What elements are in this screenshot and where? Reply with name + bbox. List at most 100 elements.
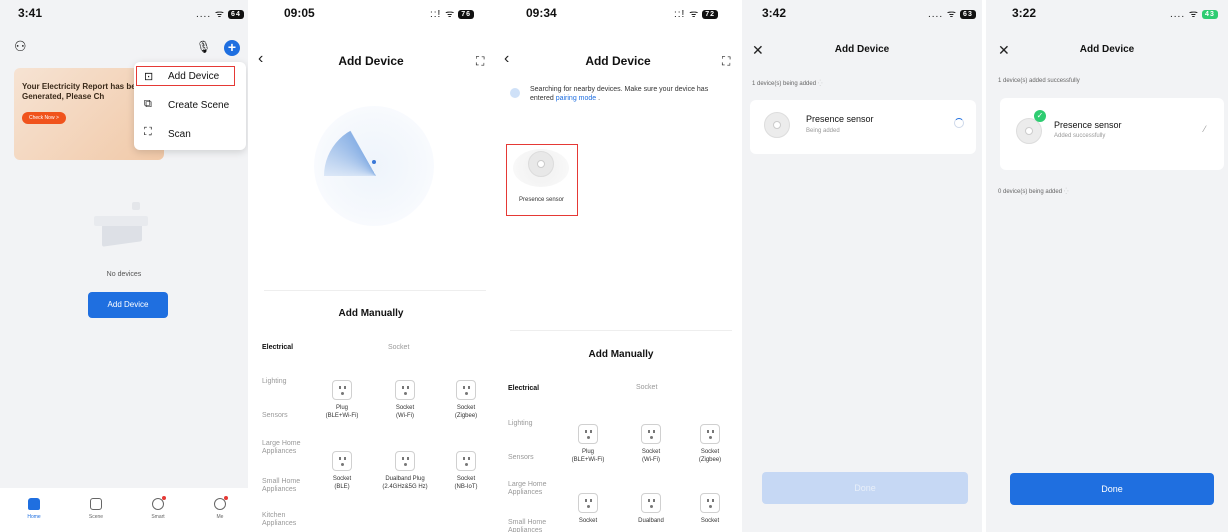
status-icons: ::! ᯤ 76 <box>430 6 475 20</box>
category-small-home[interactable]: Small Home Appliances <box>262 478 306 495</box>
searching-indicator-icon <box>510 88 520 98</box>
menu-item-scan[interactable]: Scan <box>168 129 191 140</box>
found-device-highlight[interactable]: Presence sensor <box>506 144 578 216</box>
page-title: Add Device <box>834 44 890 55</box>
category-sensors[interactable]: Sensors <box>508 454 534 462</box>
category-large-home[interactable]: Large Home Appliances <box>262 440 302 457</box>
socket-icon <box>395 451 415 471</box>
sensor-icon <box>764 112 790 138</box>
menu-item-add-device[interactable]: Add Device <box>168 71 219 82</box>
status-icons: .... ᯤ 63 <box>928 6 976 20</box>
tab-bar: Home Scene Smart Me <box>0 488 248 532</box>
socket-header: Socket <box>388 344 410 351</box>
status-icons: .... ᯤ 43 <box>1170 6 1218 20</box>
status-time: 3:41 <box>18 6 43 20</box>
device-tile[interactable]: Dualband Plug (2.4GHz&5G Hz) <box>377 451 433 491</box>
add-manually-title: Add Manually <box>588 349 654 360</box>
pairing-mode-link[interactable]: pairing mode <box>556 95 596 102</box>
tab-me[interactable]: Me <box>210 496 230 520</box>
success-text: 1 device(s) added successfully <box>998 78 1080 84</box>
device-tile[interactable]: Socket (Wi-Fi) <box>623 424 679 464</box>
device-tile[interactable]: Socket (Zigbee) <box>682 424 738 464</box>
socket-icon <box>641 493 661 513</box>
device-label: Socket (Wi-Fi) <box>395 405 415 419</box>
microphone-icon[interactable]: 🎙 <box>196 40 211 54</box>
edit-icon[interactable]: ⁄ <box>1204 124 1206 134</box>
page-title: Add Device <box>1079 44 1135 55</box>
home-icon <box>28 498 40 510</box>
page-title: Add Device <box>338 54 404 68</box>
category-lighting[interactable]: Lighting <box>508 420 533 428</box>
scan-icon[interactable]: ⛶ <box>722 54 730 69</box>
add-menu-popup: ⊡ Add Device ⧉ Create Scene ⛶ Scan <box>134 62 246 150</box>
check-now-button[interactable]: Check Now > <box>22 112 66 124</box>
tab-label: Me <box>216 514 224 520</box>
tab-smart[interactable]: Smart <box>148 496 168 520</box>
tab-label: Home <box>27 514 41 520</box>
device-tile[interactable]: Plug (BLE+Wi-Fi) <box>560 424 616 464</box>
device-card: Presence sensor Being added <box>750 100 976 154</box>
empty-state-text: No devices <box>106 271 142 278</box>
device-status: Being added <box>806 128 840 134</box>
divider <box>510 330 732 331</box>
scan-icon[interactable]: ⛶ <box>476 54 484 69</box>
smart-icon <box>152 496 166 510</box>
category-electrical[interactable]: Electrical <box>508 385 539 393</box>
profile-icon[interactable]: ⚇ <box>14 38 27 55</box>
divider <box>264 290 486 291</box>
device-card: ✓ Presence sensor Added successfully ⁄ <box>1000 98 1224 170</box>
adding-device-screen: 3:42 .... ᯤ 63 ✕ Add Device 1 device(s) b… <box>742 0 982 532</box>
device-tile[interactable]: Socket (Wi-Fi) <box>377 380 433 420</box>
device-name: Presence sensor <box>806 114 874 124</box>
device-tile[interactable]: Socket (NB-IoT) <box>438 451 492 491</box>
device-label: Socket (NB-IoT) <box>454 476 478 490</box>
device-status: Added successfully <box>1054 133 1106 139</box>
category-lighting[interactable]: Lighting <box>262 378 287 386</box>
status-time: 09:34 <box>526 6 557 20</box>
socket-icon <box>641 424 661 444</box>
device-name: Presence sensor <box>1054 120 1122 130</box>
add-manually-title: Add Manually <box>338 308 404 319</box>
adding-text: 0 device(s) being added ⁛ <box>998 189 1069 195</box>
menu-item-create-scene[interactable]: Create Scene <box>168 100 229 111</box>
device-label: Socket (Zigbee) <box>698 449 722 463</box>
add-device-found-screen: 09:34 ::! ᯤ 72 ‹ Add Device ⛶ Searching f… <box>496 0 740 532</box>
done-button[interactable]: Done <box>1010 473 1214 505</box>
category-electrical[interactable]: Electrical <box>262 344 293 352</box>
search-instructions: Searching for nearby devices. Make sure … <box>530 86 709 103</box>
device-label: Plug (BLE+Wi-Fi) <box>325 405 359 419</box>
socket-icon <box>395 380 415 400</box>
status-icons: ::! ᯤ 72 <box>674 6 719 20</box>
page-title: Add Device <box>585 54 651 68</box>
me-icon <box>214 496 228 510</box>
category-small-home[interactable]: Small Home Appliances <box>508 519 552 532</box>
device-tile[interactable]: Socket <box>560 493 616 526</box>
socket-icon <box>578 424 598 444</box>
tab-scene[interactable]: Scene <box>86 498 106 520</box>
device-label: Dualband <box>638 518 664 524</box>
device-tile[interactable]: Socket <box>682 493 738 526</box>
device-tile[interactable]: Socket (Zigbee) <box>438 380 492 420</box>
category-large-home[interactable]: Large Home Appliances <box>508 481 548 498</box>
loading-spinner-icon: ⁛ <box>1063 189 1069 195</box>
scene-icon <box>90 498 102 510</box>
tab-home[interactable]: Home <box>24 498 44 520</box>
add-device-button[interactable]: Add Device <box>88 292 168 318</box>
done-button[interactable]: Done <box>762 472 968 504</box>
add-device-scanning-screen: 09:05 ::! ᯤ 76 ‹ Add Device ⛶ Add Manuall… <box>250 0 492 532</box>
device-tile[interactable]: Plug (BLE+Wi-Fi) <box>314 380 370 420</box>
category-kitchen[interactable]: Kitchen Appliances <box>262 512 306 529</box>
tab-label: Smart <box>151 514 165 520</box>
category-sensors[interactable]: Sensors <box>262 412 288 420</box>
device-added-screen: 3:22 .... ᯤ 43 ✕ Add Device 1 device(s) a… <box>986 0 1228 532</box>
home-screen: 3:41 .... ᯤ 64 ⚇ 🎙 + Your Electricity Rep… <box>0 0 248 532</box>
socket-icon <box>332 380 352 400</box>
add-icon[interactable]: + <box>224 40 240 56</box>
device-tile[interactable]: Socket (BLE) <box>314 451 370 491</box>
socket-icon <box>456 451 476 471</box>
add-device-icon: ⊡ <box>144 71 154 83</box>
sensor-icon <box>528 151 554 177</box>
device-tile[interactable]: Dualband <box>623 493 679 526</box>
status-time: 3:42 <box>762 6 787 20</box>
device-label: Socket <box>700 518 720 524</box>
